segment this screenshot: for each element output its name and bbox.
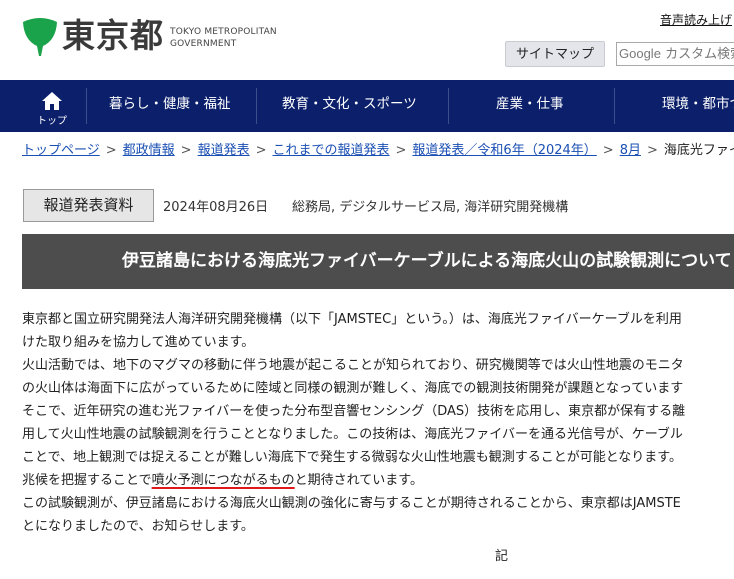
breadcrumb-press-2024[interactable]: 報道発表／令和6年（2024年）	[412, 143, 596, 158]
nav-item-environment[interactable]: 環境・都市づくり	[662, 80, 734, 132]
site-header: 東京都 TOKYO METROPOLITAN GOVERNMENT 音声読み上げ…	[0, 0, 734, 80]
global-nav: トップ 暮らし・健康・福祉 教育・文化・スポーツ 産業・仕事 環境・都市づくり	[0, 80, 734, 132]
page-title: 伊豆諸島における海底光ファイバーケーブルによる海底火山の試験観測について	[122, 251, 732, 271]
voice-reading-link[interactable]: 音声読み上げ	[660, 11, 732, 28]
breadcrumb-press[interactable]: 報道発表	[198, 143, 250, 158]
nav-divider	[256, 88, 257, 124]
breadcrumb-past-press[interactable]: これまでの報道発表	[273, 143, 390, 158]
breadcrumb-august[interactable]: 8月	[620, 143, 641, 158]
tokyo-logo[interactable]: 東京都 TOKYO METROPOLITAN GOVERNMENT	[22, 16, 277, 56]
body-line: そこで、近年研究の進む光ファイバーを使った分布型音響センシング（DAS）技術を応…	[22, 404, 686, 419]
press-release-badge: 報道発表資料	[23, 189, 154, 222]
google-brand: Google	[619, 46, 661, 61]
press-bureaus: 総務局, デジタルサービス局, 海洋研究開発機構	[292, 200, 569, 215]
body-line: 火山活動では、地下のマグマの移動に伴う地震が起こることが知られており、研究機関等…	[22, 358, 684, 373]
ki-heading: 記	[495, 549, 509, 564]
body-line: 東京都と国立研究開発法人海洋研究開発機構（以下「JAMSTEC」という。）は、海…	[22, 312, 682, 327]
breadcrumb-current: 海底光ファイバー	[663, 143, 734, 158]
nav-item-industry[interactable]: 産業・仕事	[496, 80, 564, 132]
nav-divider	[448, 88, 449, 124]
breadcrumb-top[interactable]: トップページ	[22, 143, 100, 158]
body-line-highlight: 兆候を把握することで噴火予測につながるものと期待されています。	[22, 473, 423, 488]
breadcrumb: トップページ > 都政情報 > 報道発表 > これまでの報道発表 > 報道発表／令和6年（202…	[22, 139, 734, 158]
title-bar: 伊豆諸島における海底光ファイバーケーブルによる海底火山の試験観測について	[22, 234, 734, 289]
breadcrumb-city-info[interactable]: 都政情報	[123, 143, 175, 158]
search-input[interactable]: Google カスタム検索	[616, 42, 734, 66]
body-line: 用して火山性地震の試験観測を行うこととなりました。この技術は、海底光ファイバーを…	[22, 427, 683, 442]
article-body: 東京都と国立研究開発法人海洋研究開発機構（以下「JAMSTEC」という。）は、海…	[22, 308, 734, 538]
nav-home-label: トップ	[37, 116, 67, 127]
sitemap-button[interactable]: サイトマップ	[505, 41, 605, 67]
press-date: 2024年08月26日	[163, 200, 269, 215]
logo-text-en: TOKYO METROPOLITAN GOVERNMENT	[170, 27, 277, 49]
body-line: の火山体は海面下に広がっているために陸域と同様の観測が難しく、海底での観測技術開…	[22, 381, 684, 396]
logo-text-jp: 東京都	[62, 16, 164, 55]
body-line: けた取り組みを協力して進めています。	[22, 335, 255, 350]
nav-divider	[614, 88, 615, 124]
body-line: とになりましたので、お知らせします。	[22, 519, 254, 534]
body-line: ことで、地上観測では捉えることが難しい海底下で発生する微弱な火山性地震も観測する…	[22, 450, 683, 465]
highlighted-phrase: 噴火予測につながるもの	[151, 473, 295, 488]
nav-item-living[interactable]: 暮らし・健康・福祉	[109, 80, 231, 132]
ginkgo-leaf-icon	[23, 18, 57, 56]
search-placeholder: カスタム検索	[665, 47, 734, 62]
body-line: この試験観測が、伊豆諸島における海底火山観測の強化に寄与することが期待されること…	[22, 496, 681, 511]
home-icon	[42, 92, 62, 110]
nav-home[interactable]: トップ	[28, 80, 76, 132]
nav-divider	[86, 88, 87, 124]
nav-item-education[interactable]: 教育・文化・スポーツ	[282, 80, 417, 132]
